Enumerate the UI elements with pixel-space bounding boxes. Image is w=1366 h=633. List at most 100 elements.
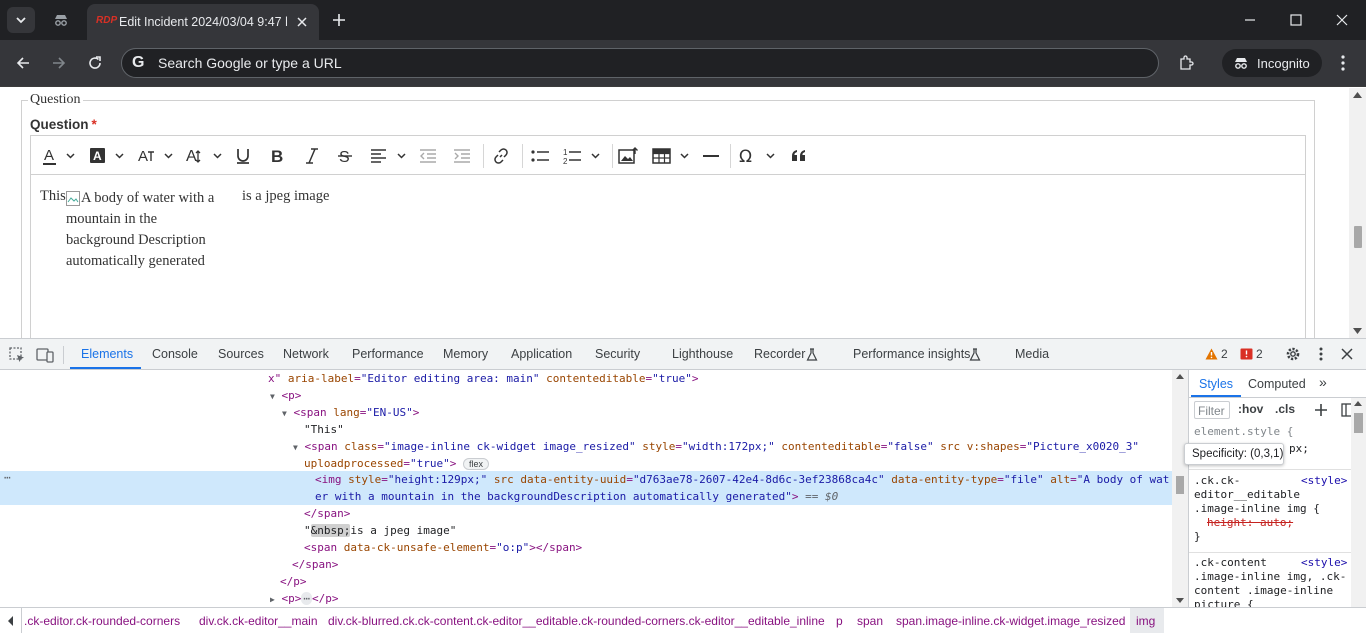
breadcrumb-item[interactable]: span.image-inline.ck-widget.image_resize… bbox=[896, 614, 1125, 628]
ck-editable-area[interactable]: This A body of water with a mountain in … bbox=[30, 174, 1306, 338]
tab-elements[interactable]: Elements bbox=[81, 347, 133, 361]
close-window-button[interactable] bbox=[1332, 10, 1352, 30]
broken-inline-image[interactable]: A body of water with a mountain in the b… bbox=[66, 188, 238, 272]
browser-menu-button[interactable] bbox=[1333, 53, 1353, 73]
element-style-rule[interactable]: element.style { bbox=[1194, 425, 1293, 438]
breadcrumb-scroll-left[interactable] bbox=[0, 608, 22, 633]
font-family-button[interactable]: A bbox=[135, 144, 175, 168]
tab-styles[interactable]: Styles bbox=[1199, 377, 1233, 391]
numbered-list-button[interactable]: 12 bbox=[561, 144, 603, 168]
dom-line[interactable]: </span> bbox=[292, 556, 338, 573]
specificity-tooltip: Specificity: (0,3,1) bbox=[1184, 443, 1284, 465]
breadcrumb-item[interactable]: span bbox=[857, 614, 883, 628]
indent-button[interactable] bbox=[451, 144, 473, 168]
active-tab[interactable]: RDP Edit Incident 2024/03/04 9:47 k bbox=[87, 4, 319, 40]
font-background-button[interactable]: A bbox=[88, 144, 126, 168]
tab-network[interactable]: Network bbox=[283, 347, 329, 361]
tab-security[interactable]: Security bbox=[595, 347, 640, 361]
dom-line[interactable]: x" aria-label="Editor editing area: main… bbox=[268, 370, 699, 387]
tab-close-icon[interactable] bbox=[294, 14, 310, 30]
insert-image-button[interactable] bbox=[616, 144, 640, 168]
devtools-settings-button[interactable] bbox=[1284, 345, 1302, 363]
tab-performance[interactable]: Performance bbox=[352, 347, 424, 361]
more-tabs-icon[interactable]: » bbox=[1319, 374, 1327, 390]
bulleted-list-button[interactable] bbox=[528, 144, 552, 168]
expand-triangle-icon[interactable]: ▼ bbox=[282, 409, 287, 418]
more-options-icon[interactable]: ⋯ bbox=[4, 471, 11, 484]
errors-counter[interactable]: 2 bbox=[1240, 347, 1263, 361]
tab-lighthouse[interactable]: Lighthouse bbox=[672, 347, 733, 361]
tab-title: Edit Incident 2024/03/04 9:47 k bbox=[119, 15, 287, 29]
collapse-triangle-icon[interactable]: ▶ bbox=[270, 595, 275, 604]
tab-computed[interactable]: Computed bbox=[1248, 377, 1306, 391]
breadcrumb-item[interactable]: .ck-editor.ck-rounded-corners bbox=[24, 614, 180, 628]
page-scrollbar[interactable] bbox=[1349, 88, 1366, 338]
dom-line[interactable]: "&nbsp;is a jpeg image" bbox=[304, 522, 456, 539]
tab-console[interactable]: Console bbox=[152, 347, 198, 361]
special-characters-button[interactable]: Ω bbox=[737, 144, 777, 168]
cls-toggle[interactable]: .cls bbox=[1275, 402, 1295, 416]
collapsed-ellipsis[interactable]: ⋯ bbox=[301, 592, 312, 605]
reload-button[interactable] bbox=[85, 53, 105, 73]
italic-button[interactable] bbox=[301, 144, 323, 168]
alignment-button[interactable] bbox=[368, 144, 408, 168]
tab-sources[interactable]: Sources bbox=[218, 347, 264, 361]
minimize-button[interactable] bbox=[1240, 10, 1260, 30]
outdent-button[interactable] bbox=[417, 144, 439, 168]
tab-performance-insights[interactable]: Performance insights bbox=[853, 347, 970, 361]
insert-table-button[interactable] bbox=[651, 144, 691, 168]
maximize-button[interactable] bbox=[1286, 10, 1306, 30]
dom-line[interactable]: ▶ <p> ⋯ </p> bbox=[270, 590, 338, 607]
devtools-menu-button[interactable] bbox=[1312, 345, 1330, 363]
devtools-close-button[interactable] bbox=[1338, 345, 1356, 363]
font-color-button[interactable]: A bbox=[41, 144, 77, 168]
inspect-element-button[interactable] bbox=[8, 346, 26, 364]
dom-line[interactable]: "This" bbox=[304, 421, 344, 438]
horizontal-line-button[interactable] bbox=[699, 144, 723, 168]
ck-editor-toolbar: A A A A B S 1 2 Ω bbox=[30, 135, 1306, 175]
breadcrumb-item[interactable]: div.ck-blurred.ck.ck-content.ck-editor__… bbox=[328, 614, 825, 628]
device-toolbar-button[interactable] bbox=[36, 346, 54, 364]
block-quote-button[interactable] bbox=[787, 144, 811, 168]
forward-button[interactable] bbox=[49, 53, 69, 73]
incognito-badge[interactable]: Incognito bbox=[1222, 49, 1322, 77]
new-style-rule-icon[interactable] bbox=[1314, 403, 1328, 417]
page-scrollbar-thumb[interactable] bbox=[1354, 226, 1362, 248]
back-button[interactable] bbox=[13, 53, 33, 73]
font-size-button[interactable]: A bbox=[184, 144, 224, 168]
tab-application[interactable]: Application bbox=[511, 347, 572, 361]
dom-line[interactable]: </p> bbox=[280, 573, 307, 590]
styles-scrollbar-thumb[interactable] bbox=[1354, 413, 1363, 433]
hov-toggle[interactable]: :hov bbox=[1238, 402, 1263, 416]
bold-button[interactable]: B bbox=[267, 144, 289, 168]
new-tab-button[interactable] bbox=[329, 10, 349, 30]
underline-button[interactable] bbox=[232, 144, 254, 168]
dom-line[interactable]: uploadprocessed="true"> flex bbox=[304, 455, 489, 472]
breadcrumb-item[interactable]: p bbox=[836, 614, 843, 628]
warnings-counter[interactable]: 2 bbox=[1205, 347, 1228, 361]
breadcrumb-selected[interactable]: img bbox=[1130, 608, 1164, 633]
tab-search-button[interactable] bbox=[7, 7, 35, 33]
dom-line[interactable]: <span data-ck-unsafe-element="o:p"></spa… bbox=[304, 539, 582, 556]
dom-line[interactable]: </span> bbox=[304, 505, 350, 522]
styles-scrollbar[interactable] bbox=[1351, 398, 1366, 608]
dom-tree-scrollbar[interactable] bbox=[1172, 370, 1188, 607]
dom-line[interactable]: ▼ <p> bbox=[270, 387, 301, 404]
expand-triangle-icon[interactable]: ▼ bbox=[293, 443, 298, 452]
strikethrough-button[interactable]: S bbox=[334, 144, 356, 168]
style-source-link[interactable]: <style> bbox=[1301, 474, 1347, 487]
dom-line[interactable]: ▼ <span lang="EN-US"> bbox=[282, 404, 419, 421]
link-button[interactable] bbox=[489, 144, 513, 168]
dom-scrollbar-thumb[interactable] bbox=[1176, 476, 1184, 494]
style-source-link[interactable]: <style> bbox=[1301, 556, 1347, 569]
dom-line[interactable]: ▼ <span class="image-inline ck-widget im… bbox=[293, 438, 1139, 455]
extensions-button[interactable] bbox=[1176, 53, 1196, 73]
breadcrumb-item[interactable]: div.ck.ck-editor__main bbox=[199, 614, 318, 628]
omnibox[interactable]: G Search Google or type a URL bbox=[121, 48, 1159, 78]
tab-memory[interactable]: Memory bbox=[443, 347, 488, 361]
tab-recorder[interactable]: Recorder bbox=[754, 347, 805, 361]
expand-triangle-icon[interactable]: ▼ bbox=[270, 392, 275, 401]
styles-filter-input[interactable]: Filter bbox=[1194, 401, 1230, 419]
flex-badge[interactable]: flex bbox=[462, 458, 489, 470]
tab-media[interactable]: Media bbox=[1015, 347, 1049, 361]
